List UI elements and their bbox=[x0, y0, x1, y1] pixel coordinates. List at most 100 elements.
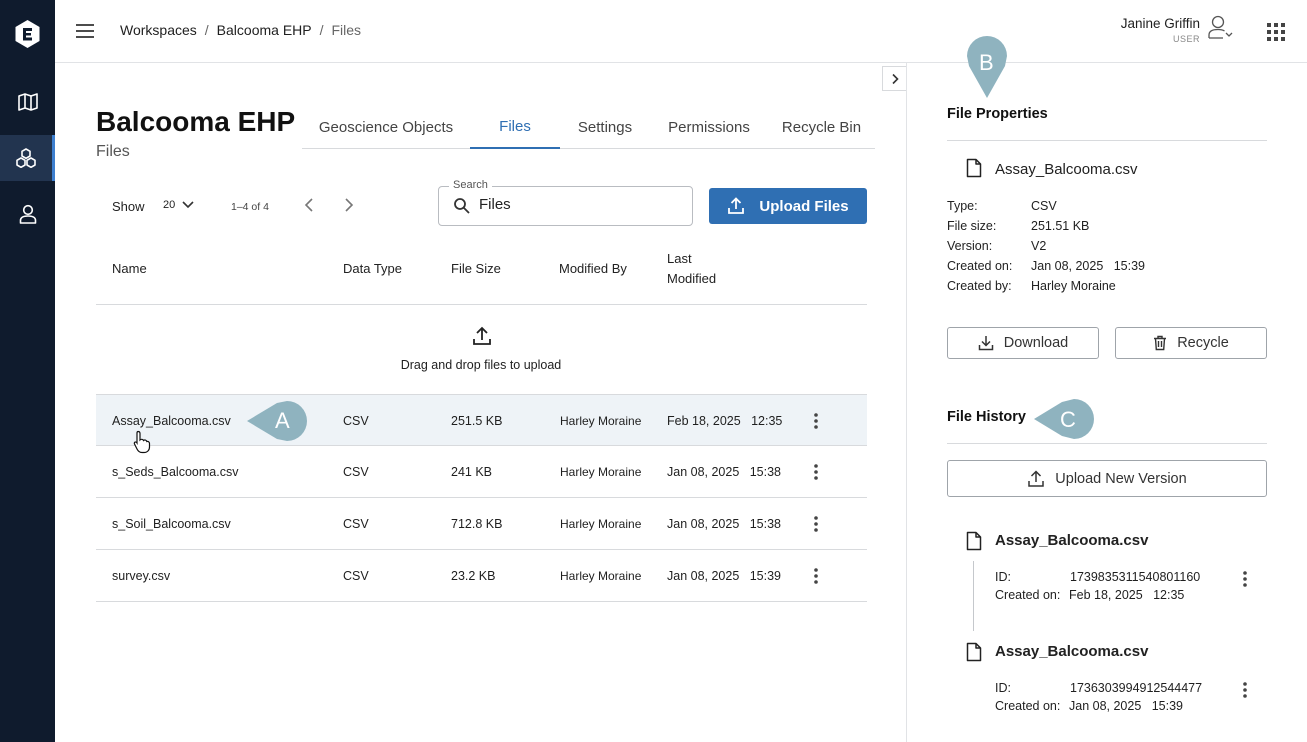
show-label: Show bbox=[112, 199, 145, 214]
search-input[interactable] bbox=[479, 196, 679, 213]
file-name[interactable]: survey.csv bbox=[112, 569, 170, 583]
modified-by: Harley Moraine bbox=[560, 517, 642, 531]
property-value-type: CSV bbox=[1031, 199, 1057, 213]
last-modified: Jan 08, 2025 15:39 bbox=[667, 569, 781, 583]
table-row[interactable]: survey.csv CSV 23.2 KB Harley Moraine Ja… bbox=[96, 550, 867, 602]
upload-icon bbox=[728, 197, 745, 214]
upload-new-version-button[interactable]: Upload New Version bbox=[947, 460, 1267, 497]
sidebar-item-map[interactable] bbox=[0, 79, 55, 125]
property-label: File size: bbox=[947, 219, 997, 233]
chevron-down-icon[interactable] bbox=[181, 200, 195, 210]
upload-icon bbox=[1028, 469, 1045, 487]
file-type: CSV bbox=[343, 569, 369, 583]
upload-new-version-label: Upload New Version bbox=[1055, 470, 1187, 487]
more-options-icon[interactable] bbox=[1243, 682, 1247, 698]
dropzone-text[interactable]: Drag and drop files to upload bbox=[351, 358, 611, 372]
search-field[interactable]: Search bbox=[438, 179, 693, 226]
upload-files-label: Upload Files bbox=[759, 197, 849, 215]
callout-label-b: B bbox=[979, 50, 994, 75]
more-options-icon[interactable] bbox=[814, 568, 818, 584]
file-type: CSV bbox=[343, 517, 369, 531]
file-size: 241 KB bbox=[451, 465, 493, 479]
search-label: Search bbox=[449, 179, 492, 191]
property-label: Type: bbox=[947, 199, 978, 213]
trash-icon bbox=[1154, 335, 1167, 351]
hamburger-menu-icon[interactable] bbox=[75, 21, 95, 41]
download-button[interactable]: Download bbox=[947, 327, 1099, 359]
file-size: 251.5 KB bbox=[451, 414, 503, 428]
user-account-icon[interactable] bbox=[1207, 14, 1235, 40]
table-row[interactable]: Assay_Balcooma.csv CSV 251.5 KB Harley M… bbox=[96, 394, 867, 446]
column-header-data-type[interactable]: Data Type bbox=[343, 261, 402, 276]
last-modified: Jan 08, 2025 15:38 bbox=[667, 517, 781, 531]
download-icon bbox=[978, 336, 993, 351]
user-role: USER bbox=[1172, 34, 1200, 44]
top-bar: Workspaces / Balcooma EHP / Files Janine… bbox=[55, 0, 1307, 63]
version-file-name[interactable]: Assay_Balcooma.csv bbox=[995, 532, 1148, 549]
breadcrumb-workspace[interactable]: Balcooma EHP bbox=[217, 22, 312, 38]
sidebar-item-profile[interactable] bbox=[0, 191, 55, 237]
sidebar-item-workspaces[interactable] bbox=[0, 135, 55, 181]
modified-by: Harley Moraine bbox=[560, 569, 642, 583]
file-size: 712.8 KB bbox=[451, 517, 503, 531]
version-id: 1739835311540801160 bbox=[1070, 570, 1201, 584]
search-icon bbox=[454, 198, 470, 214]
file-icon bbox=[966, 158, 982, 178]
workspaces-icon bbox=[16, 148, 36, 168]
divider bbox=[947, 443, 1267, 444]
upload-files-button[interactable]: Upload Files bbox=[709, 188, 867, 224]
column-header-last[interactable]: Last bbox=[667, 251, 692, 266]
user-icon bbox=[19, 204, 36, 224]
file-name[interactable]: Assay_Balcooma.csv bbox=[112, 414, 231, 428]
chevron-left-icon[interactable] bbox=[303, 197, 317, 213]
recycle-button[interactable]: Recycle bbox=[1115, 327, 1267, 359]
column-header-name[interactable]: Name bbox=[112, 261, 147, 276]
more-options-icon[interactable] bbox=[814, 413, 818, 429]
version-id-label: ID: bbox=[995, 570, 1011, 584]
main-content: Balcooma EHP Files Geoscience Objects Fi… bbox=[55, 63, 906, 742]
callout-label-a: A bbox=[275, 408, 290, 433]
pagination-range: 1–4 of 4 bbox=[231, 201, 269, 213]
breadcrumb-separator: / bbox=[204, 22, 209, 38]
column-header-modified-by[interactable]: Modified By bbox=[559, 261, 627, 276]
chevron-right-icon[interactable] bbox=[342, 197, 356, 213]
chevron-right-icon bbox=[891, 73, 899, 84]
breadcrumb-current: Files bbox=[331, 22, 362, 38]
history-timeline bbox=[973, 561, 974, 631]
apps-grid-icon[interactable] bbox=[1266, 22, 1286, 42]
breadcrumb-workspaces[interactable]: Workspaces bbox=[120, 22, 197, 38]
tab-settings[interactable]: Settings bbox=[560, 105, 650, 149]
tab-permissions[interactable]: Permissions bbox=[650, 105, 768, 149]
tab-files[interactable]: Files bbox=[470, 105, 560, 149]
column-header-modified[interactable]: Modified bbox=[667, 271, 716, 286]
evo-logo-icon[interactable] bbox=[14, 19, 41, 49]
version-file-name[interactable]: Assay_Balcooma.csv bbox=[995, 643, 1148, 660]
upload-icon[interactable] bbox=[472, 326, 492, 346]
property-label: Created on: bbox=[947, 259, 1013, 273]
page-size-select[interactable]: 20 bbox=[163, 199, 175, 211]
version-created: Feb 18, 2025 12:35 bbox=[1069, 588, 1185, 602]
table-row[interactable]: s_Soil_Balcooma.csv CSV 712.8 KB Harley … bbox=[96, 498, 867, 550]
breadcrumb-separator: / bbox=[319, 22, 324, 38]
version-id: 1736303994912544477 bbox=[1070, 681, 1203, 695]
more-options-icon[interactable] bbox=[814, 464, 818, 480]
property-value-created-on: Jan 08, 2025 15:39 bbox=[1031, 259, 1145, 273]
file-type: CSV bbox=[343, 465, 369, 479]
column-header-file-size[interactable]: File Size bbox=[451, 261, 501, 276]
more-options-icon[interactable] bbox=[814, 516, 818, 532]
file-name[interactable]: s_Soil_Balcooma.csv bbox=[112, 517, 231, 531]
callout-label-c: C bbox=[1060, 407, 1076, 432]
more-options-icon[interactable] bbox=[1243, 571, 1247, 587]
table-header-divider bbox=[96, 304, 867, 305]
tab-bar: Geoscience Objects Files Settings Permis… bbox=[302, 105, 875, 149]
divider bbox=[947, 140, 1267, 141]
modified-by: Harley Moraine bbox=[560, 414, 642, 428]
tab-geoscience-objects[interactable]: Geoscience Objects bbox=[302, 105, 470, 149]
table-row[interactable]: s_Seds_Balcooma.csv CSV 241 KB Harley Mo… bbox=[96, 446, 867, 498]
collapse-panel-button[interactable] bbox=[882, 66, 907, 91]
pointer-cursor-icon bbox=[133, 430, 151, 454]
modified-by: Harley Moraine bbox=[560, 465, 642, 479]
property-value-size: 251.51 KB bbox=[1031, 219, 1090, 233]
tab-recycle-bin[interactable]: Recycle Bin bbox=[768, 105, 875, 149]
file-name[interactable]: s_Seds_Balcooma.csv bbox=[112, 465, 238, 479]
